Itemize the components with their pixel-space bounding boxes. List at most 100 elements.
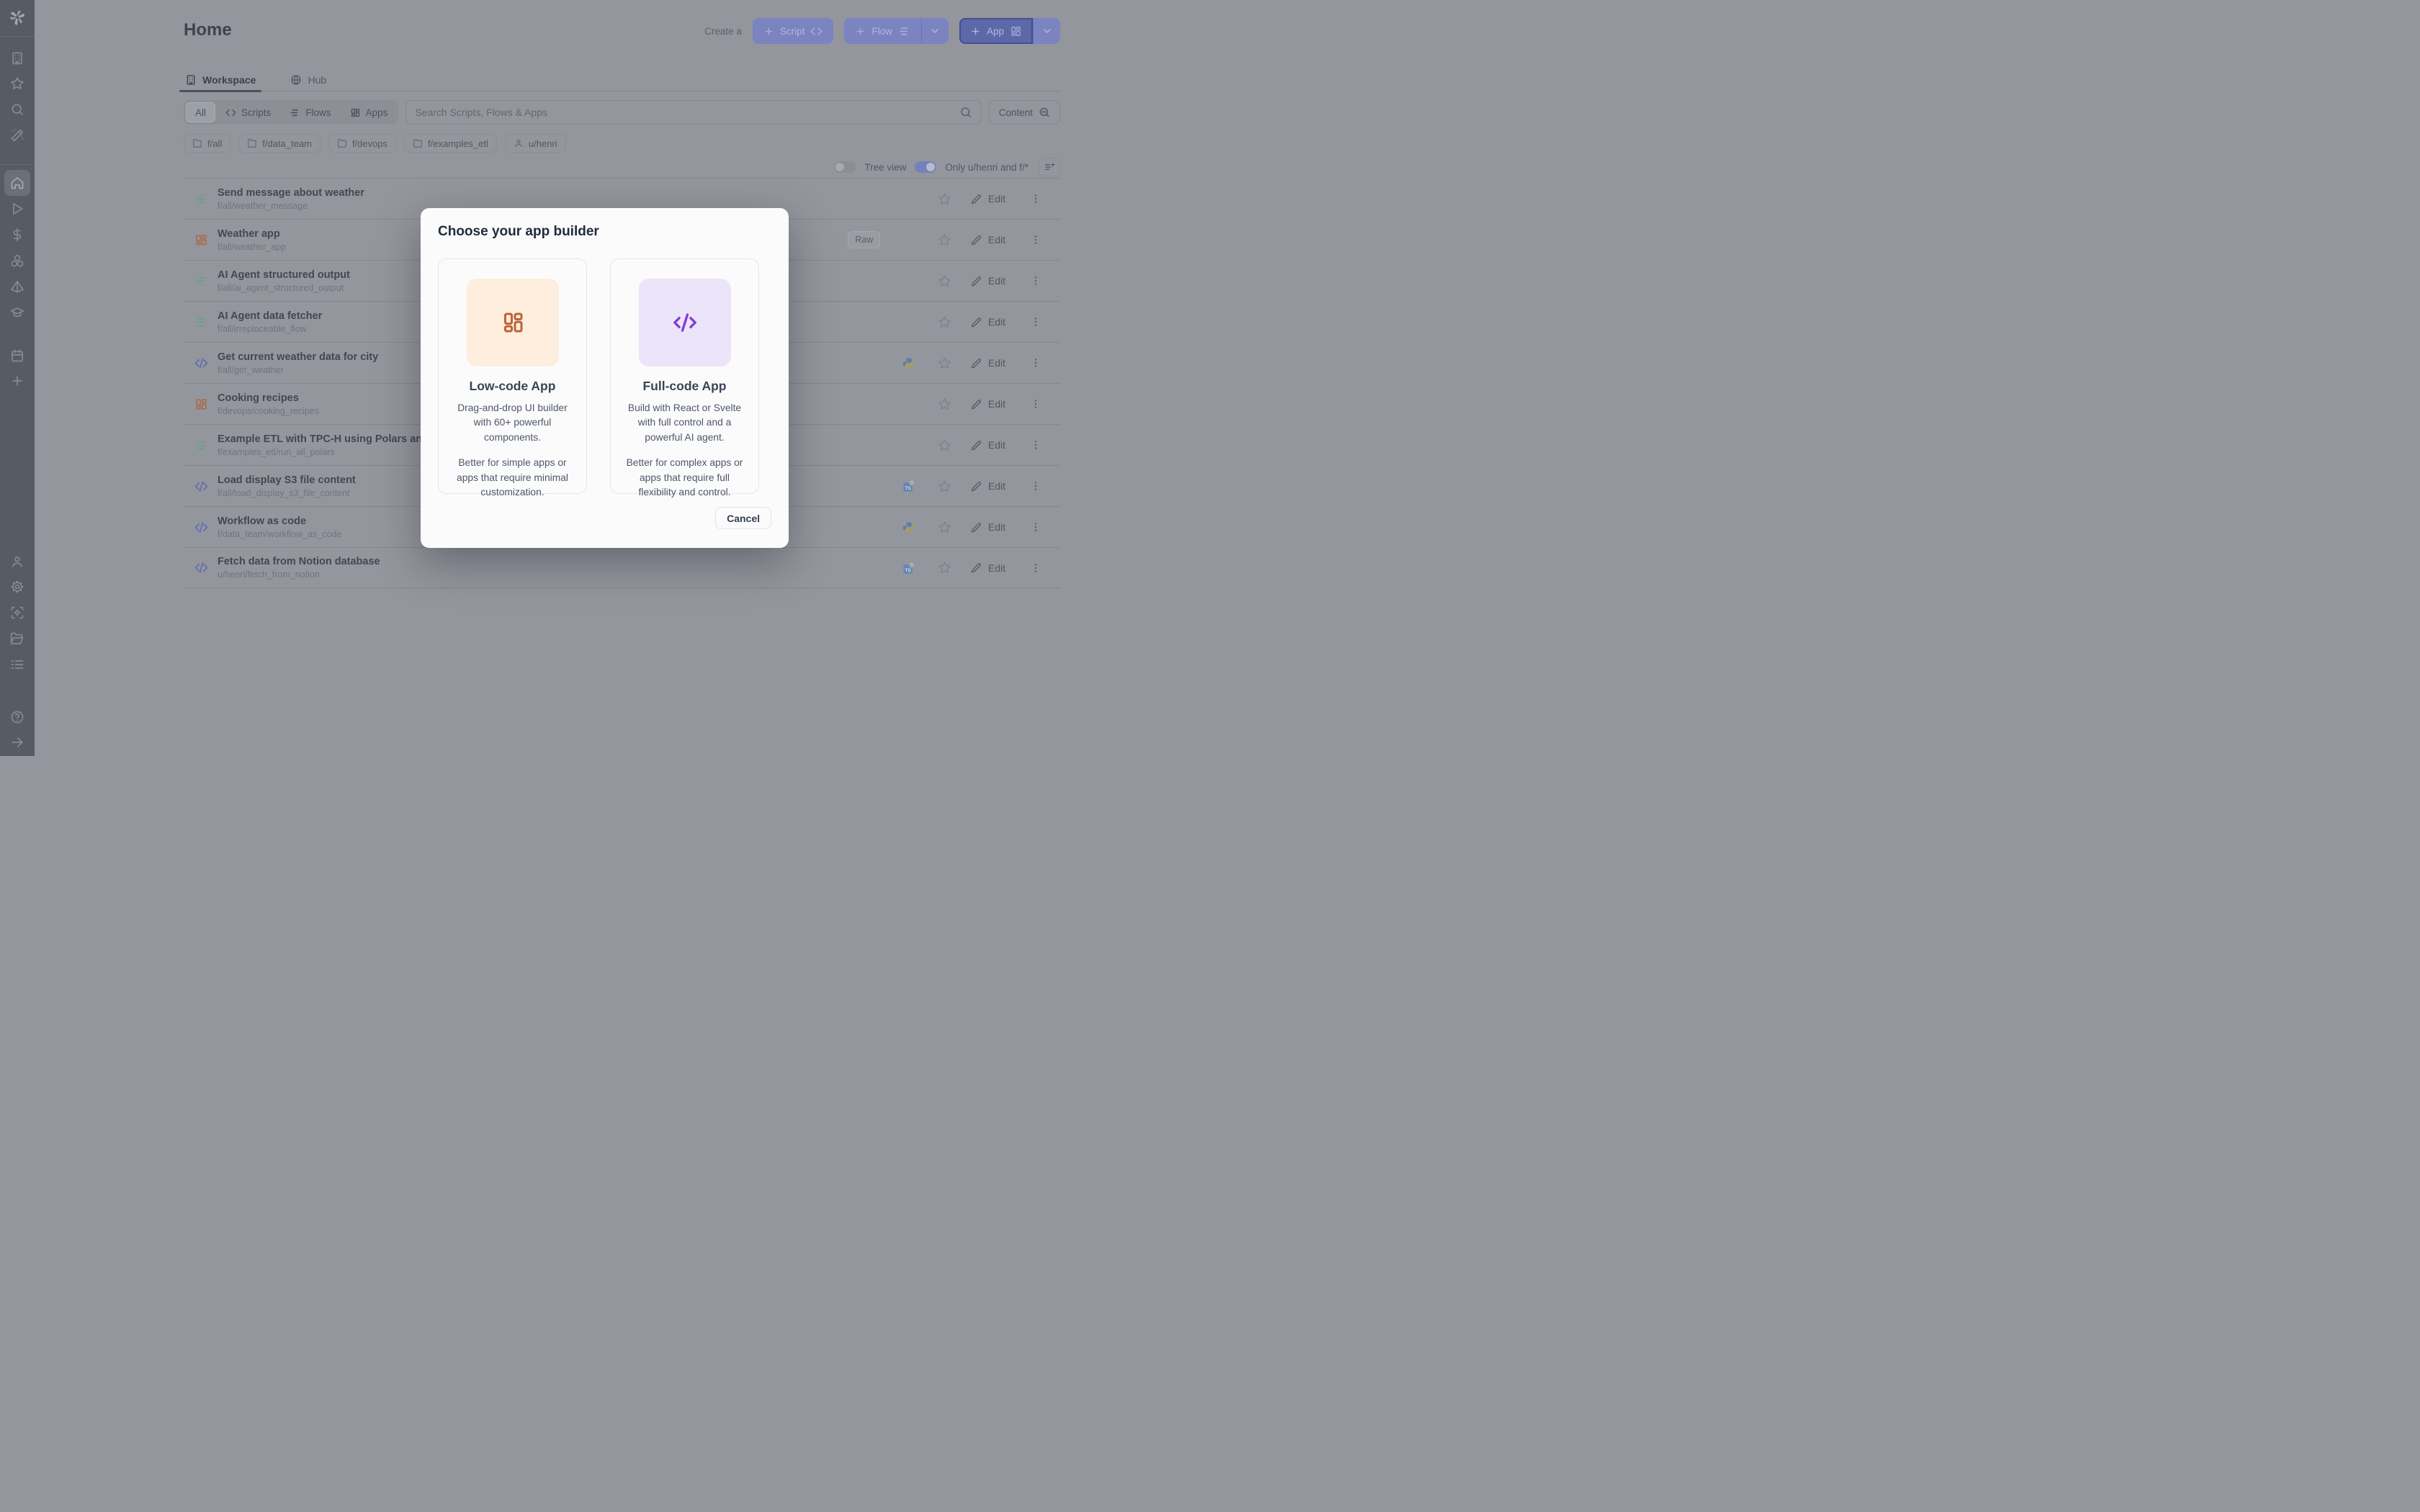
sidebar-item-workspace[interactable] bbox=[10, 51, 24, 66]
app-grid-icon bbox=[1010, 25, 1022, 37]
sidebar-item-users[interactable] bbox=[10, 554, 24, 569]
windmill-logo-icon[interactable] bbox=[8, 8, 27, 27]
sidebar-item-folders[interactable] bbox=[10, 631, 24, 646]
row-menu-button[interactable] bbox=[1030, 316, 1041, 328]
edit-button[interactable]: Edit bbox=[971, 234, 1005, 246]
create-script-button[interactable]: Script bbox=[753, 18, 834, 44]
row-menu-button[interactable] bbox=[1030, 357, 1041, 369]
sidebar-item-variables[interactable] bbox=[10, 228, 24, 242]
row-menu-button[interactable] bbox=[1030, 275, 1041, 287]
sidebar-item-ai[interactable] bbox=[10, 128, 24, 143]
user-icon bbox=[10, 554, 24, 569]
sidebar-item-resources[interactable] bbox=[10, 253, 24, 268]
star-icon bbox=[938, 233, 951, 247]
low-code-title: Low-code App bbox=[450, 379, 575, 394]
edit-label: Edit bbox=[988, 193, 1005, 204]
tree-view-toggle[interactable] bbox=[834, 161, 856, 173]
python-icon bbox=[902, 521, 916, 534]
content-button[interactable]: Content bbox=[989, 100, 1060, 125]
kebab-icon bbox=[1030, 480, 1041, 492]
edit-button[interactable]: Edit bbox=[971, 521, 1005, 533]
sidebar-divider bbox=[0, 36, 35, 37]
sidebar-item-add[interactable] bbox=[10, 374, 24, 388]
favorite-star-button[interactable] bbox=[938, 233, 951, 247]
sidebar-item-schedule-calendar[interactable] bbox=[10, 348, 24, 363]
item-path: f/data_team/workflow_as_code bbox=[218, 529, 341, 539]
edit-button[interactable]: Edit bbox=[971, 193, 1005, 204]
row-menu-button[interactable] bbox=[1030, 562, 1041, 574]
edit-button[interactable]: Edit bbox=[971, 316, 1005, 328]
edit-button[interactable]: Edit bbox=[971, 275, 1005, 287]
star-icon bbox=[938, 192, 951, 206]
flow-bars-icon bbox=[898, 25, 910, 37]
dollar-icon bbox=[10, 228, 24, 242]
filter-scripts[interactable]: Scripts bbox=[217, 102, 279, 122]
sidebar-item-runs[interactable] bbox=[10, 202, 24, 216]
folder-icon bbox=[413, 138, 423, 148]
calendar-icon bbox=[10, 348, 24, 363]
edit-button[interactable]: Edit bbox=[971, 439, 1005, 451]
magic-wand-icon bbox=[10, 128, 24, 143]
edit-button[interactable]: Edit bbox=[971, 562, 1005, 574]
filter-settings-button[interactable] bbox=[1039, 158, 1060, 176]
favorite-star-button[interactable] bbox=[938, 561, 951, 575]
chip-user[interactable]: u/henri bbox=[505, 134, 566, 153]
chip-folder[interactable]: f/data_team bbox=[238, 134, 321, 153]
sidebar-item-home[interactable] bbox=[4, 170, 30, 196]
sidebar-item-workers[interactable] bbox=[10, 606, 24, 620]
filter-apps[interactable]: Apps bbox=[341, 102, 397, 122]
favorite-star-button[interactable] bbox=[938, 521, 951, 534]
favorite-star-button[interactable] bbox=[938, 315, 951, 329]
filter-flows[interactable]: Flows bbox=[281, 102, 339, 122]
table-row[interactable]: Fetch data from Notion database u/henri/… bbox=[184, 547, 1060, 588]
folder-open-icon bbox=[10, 631, 24, 646]
sidebar-item-search[interactable] bbox=[10, 102, 24, 117]
sidebar-collapse[interactable] bbox=[10, 735, 24, 750]
tab-hub[interactable]: Hub bbox=[289, 68, 328, 91]
sidebar-item-schedules[interactable] bbox=[10, 279, 24, 294]
edit-label: Edit bbox=[988, 275, 1005, 287]
create-app-dropdown[interactable] bbox=[1033, 18, 1060, 44]
edit-button[interactable]: Edit bbox=[971, 480, 1005, 492]
row-menu-button[interactable] bbox=[1030, 234, 1041, 246]
create-flow-dropdown[interactable] bbox=[921, 18, 949, 44]
create-app-button[interactable]: App bbox=[959, 18, 1033, 44]
cancel-button[interactable]: Cancel bbox=[715, 507, 771, 529]
kebab-icon bbox=[1030, 521, 1041, 533]
row-menu-button[interactable] bbox=[1030, 521, 1041, 533]
create-flow-button[interactable]: Flow bbox=[844, 18, 921, 44]
favorite-star-button[interactable] bbox=[938, 274, 951, 288]
row-menu-button[interactable] bbox=[1030, 193, 1041, 204]
sidebar-item-settings[interactable] bbox=[10, 580, 24, 594]
chip-folder[interactable]: f/examples_etl bbox=[404, 134, 497, 153]
low-code-app-card[interactable]: Low-code App Drag-and-drop UI builder wi… bbox=[438, 258, 587, 494]
edit-button[interactable]: Edit bbox=[971, 398, 1005, 410]
active-tab-underline bbox=[179, 90, 261, 92]
sidebar-item-audit-logs[interactable] bbox=[10, 657, 24, 672]
favorite-star-button[interactable] bbox=[938, 480, 951, 493]
chip-folder[interactable]: f/all bbox=[184, 134, 230, 153]
create-script-label: Script bbox=[780, 26, 805, 37]
favorite-star-button[interactable] bbox=[938, 438, 951, 452]
chip-folder[interactable]: f/devops bbox=[328, 134, 396, 153]
row-menu-button[interactable] bbox=[1030, 439, 1041, 451]
tab-workspace[interactable]: Workspace bbox=[184, 68, 257, 91]
only-owner-toggle[interactable] bbox=[915, 161, 936, 173]
create-flow-split-button: Flow bbox=[844, 18, 949, 44]
favorite-star-button[interactable] bbox=[938, 356, 951, 370]
favorite-star-button[interactable] bbox=[938, 397, 951, 411]
edit-button[interactable]: Edit bbox=[971, 357, 1005, 369]
app-builder-modal: Choose your app builder Low-code App Dra… bbox=[421, 208, 789, 548]
sidebar-item-help[interactable] bbox=[10, 710, 24, 724]
favorite-star-button[interactable] bbox=[938, 192, 951, 206]
sidebar-item-academy[interactable] bbox=[10, 305, 24, 320]
code-icon bbox=[810, 25, 823, 37]
full-code-app-card[interactable]: Full-code App Build with React or Svelte… bbox=[610, 258, 759, 494]
row-menu-button[interactable] bbox=[1030, 398, 1041, 410]
filter-all[interactable]: All bbox=[186, 102, 215, 122]
pencil-icon bbox=[971, 276, 982, 287]
sidebar-item-favorites[interactable] bbox=[10, 76, 24, 91]
row-menu-button[interactable] bbox=[1030, 480, 1041, 492]
only-owner-label: Only u/henri and f/* bbox=[945, 162, 1028, 173]
search-input[interactable] bbox=[415, 107, 959, 118]
